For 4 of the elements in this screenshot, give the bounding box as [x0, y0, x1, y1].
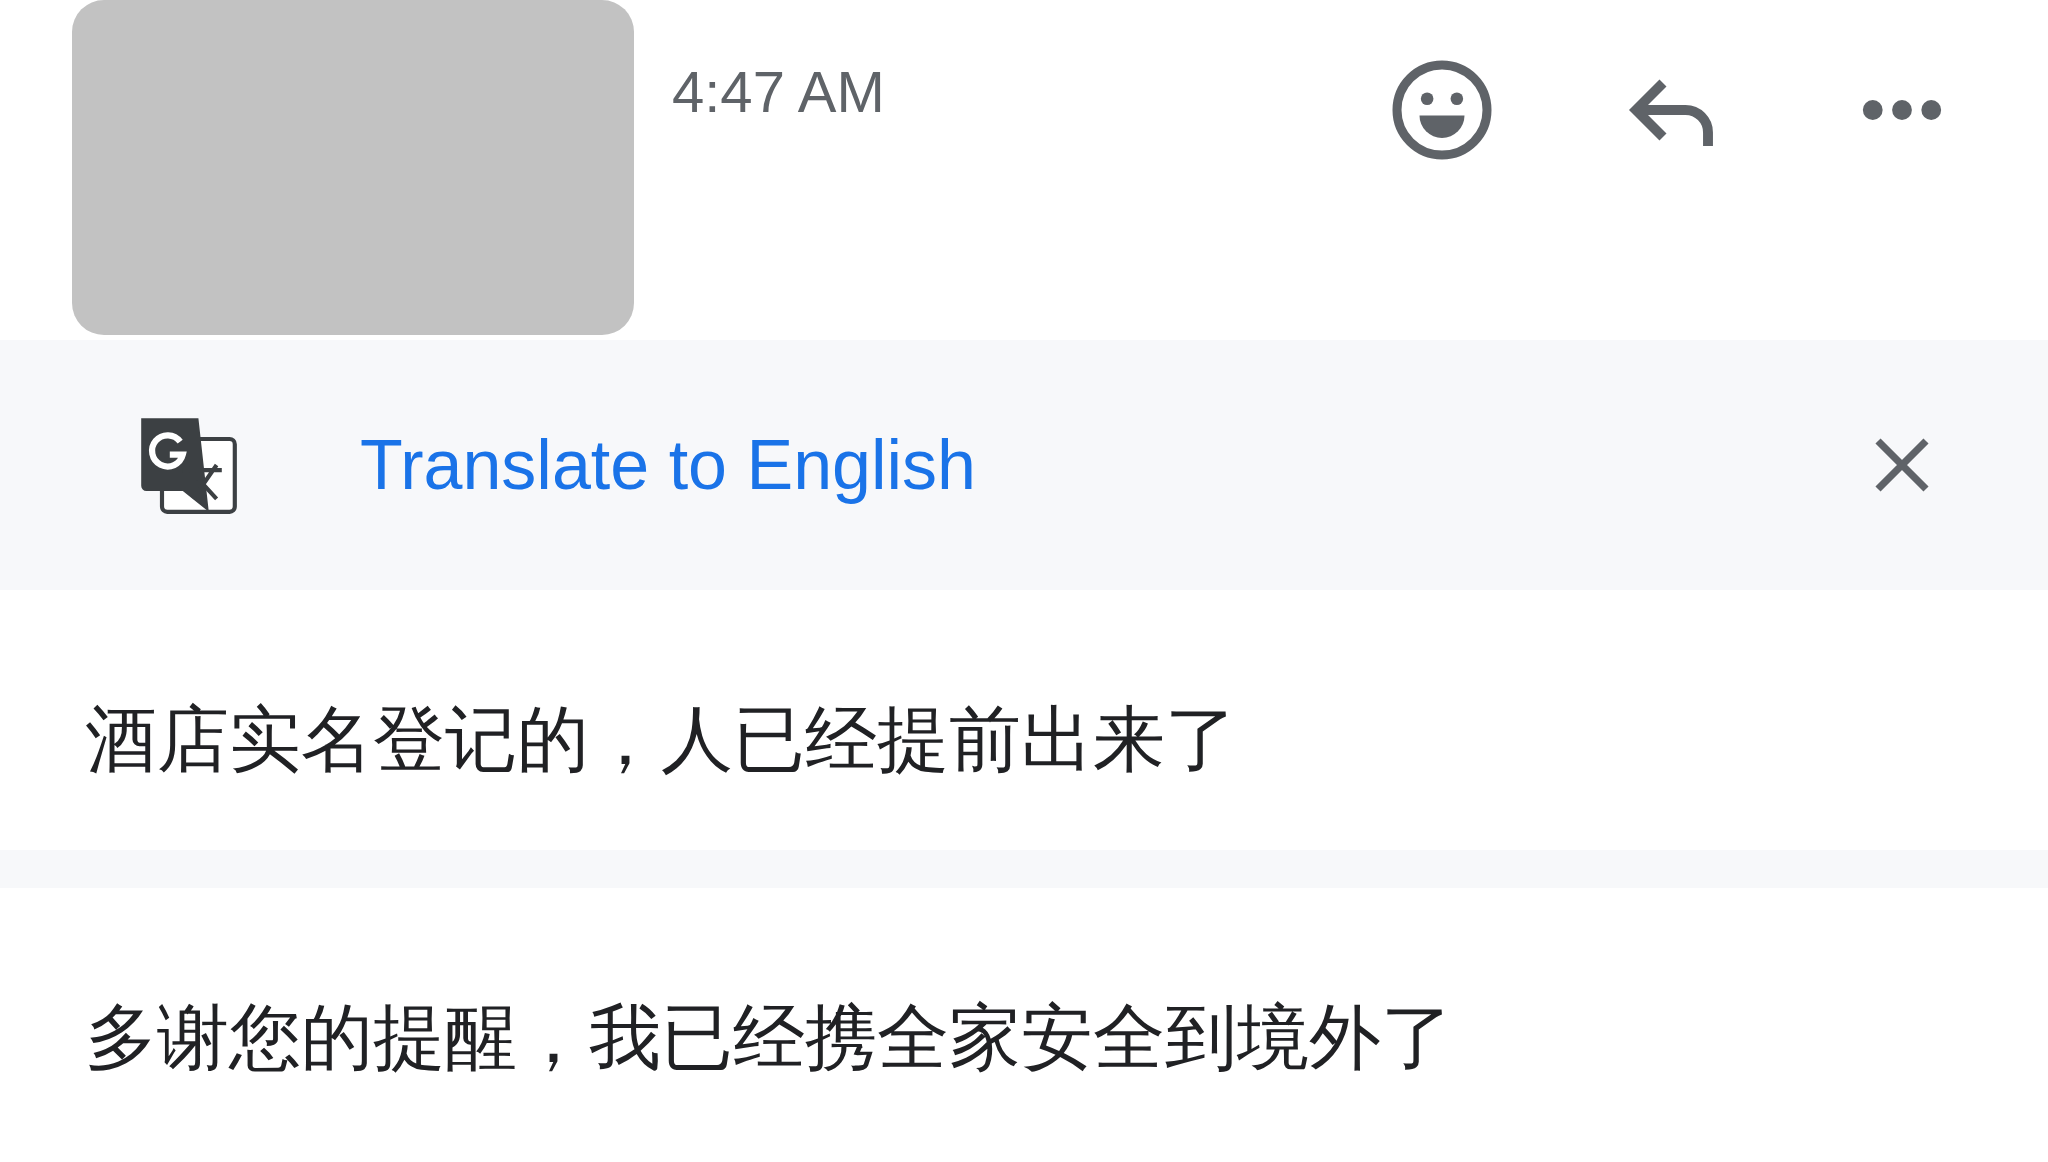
- translate-link[interactable]: Translate to English: [360, 425, 977, 505]
- message-text: 酒店实名登记的，人已经提前出来了: [85, 696, 1237, 783]
- message-time: 4:47 AM: [672, 58, 885, 126]
- message-text: 多谢您的提醒，我已经携全家安全到境外了: [85, 994, 1453, 1081]
